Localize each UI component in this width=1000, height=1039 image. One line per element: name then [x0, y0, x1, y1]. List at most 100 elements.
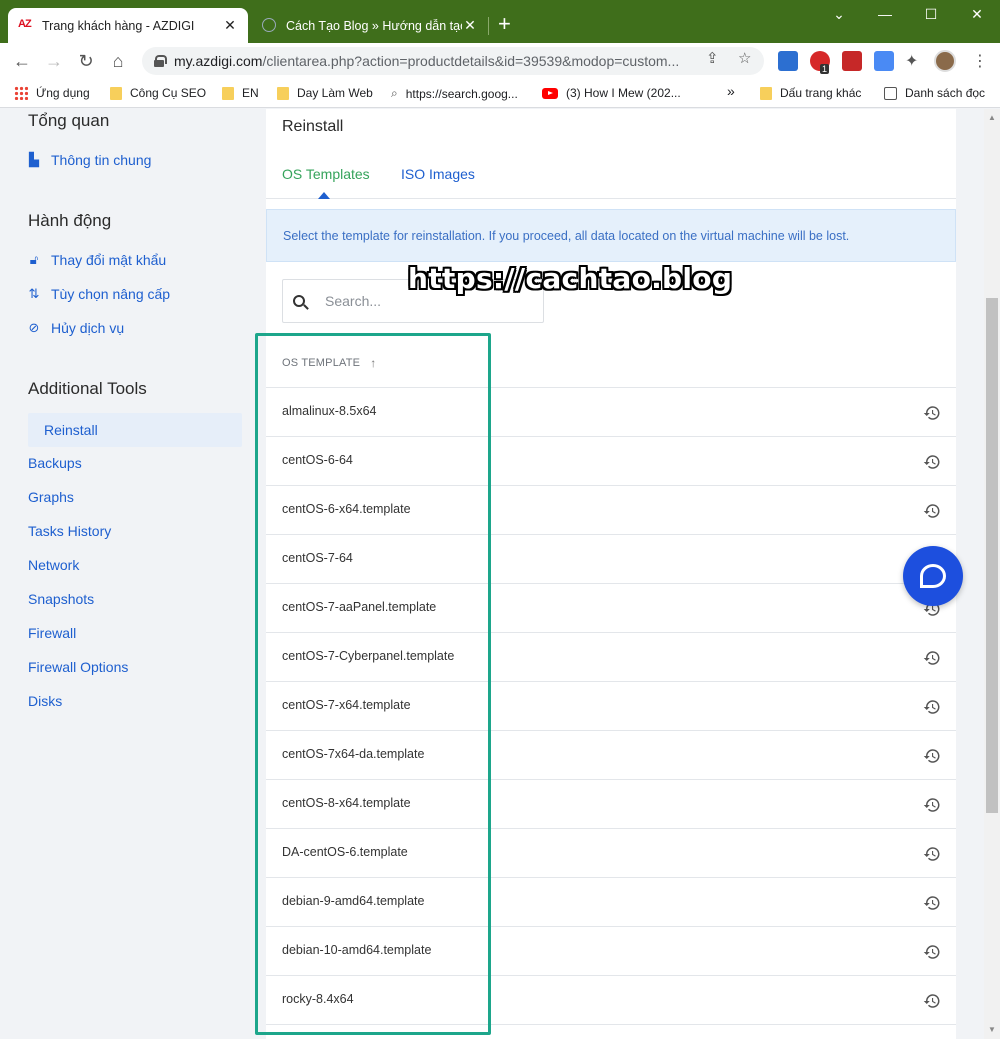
- bookmark-label: EN: [242, 86, 259, 100]
- reinstall-restore-icon[interactable]: [923, 796, 941, 814]
- sidebar-item-disks[interactable]: Disks: [28, 693, 62, 709]
- extension-badge-count: 1: [820, 64, 830, 74]
- url-host: my.azdigi.com: [174, 53, 263, 69]
- folder-icon: [760, 86, 772, 100]
- reinstall-restore-icon[interactable]: [923, 845, 941, 863]
- scroll-down-arrow-icon[interactable]: ▼: [988, 1025, 996, 1034]
- minimize-window-icon[interactable]: —: [870, 6, 900, 22]
- chat-widget-button[interactable]: [903, 546, 963, 606]
- sidebar: Tổng quan ▙ Thông tin chung Hành động 🔓︎…: [0, 109, 250, 1039]
- close-tab-icon[interactable]: ✕: [222, 17, 238, 34]
- address-bar[interactable]: my.azdigi.com/clientarea.php?action=prod…: [142, 47, 764, 75]
- reinstall-restore-icon[interactable]: [923, 698, 941, 716]
- reload-icon[interactable]: ↻: [74, 49, 98, 73]
- globe-icon: [262, 17, 276, 32]
- folder-icon: [110, 86, 122, 100]
- puzzle-extensions-icon[interactable]: ✦: [905, 51, 918, 71]
- sidebar-item-upgrade-options[interactable]: ⇅ Tùy chọn nâng cấp: [27, 286, 171, 302]
- bookmark-star-icon[interactable]: ☆: [738, 49, 751, 67]
- reinstall-restore-icon[interactable]: [923, 747, 941, 765]
- chat-bubble-icon: [920, 564, 946, 588]
- reinstall-restore-icon[interactable]: [923, 502, 941, 520]
- maximize-window-icon[interactable]: ☐: [916, 6, 946, 23]
- tab-divider: [488, 17, 489, 35]
- close-tab-icon[interactable]: ✕: [462, 17, 478, 34]
- bookmark-folder[interactable]: Công Cụ SEO: [110, 86, 206, 100]
- sidebar-item-snapshots[interactable]: Snapshots: [28, 591, 94, 607]
- folder-icon: [277, 86, 289, 100]
- close-window-icon[interactable]: ✕: [962, 6, 992, 23]
- browser-toolbar: ← → ↻ ⌂ my.azdigi.com/clientarea.php?act…: [0, 43, 1000, 79]
- menu-kebab-icon[interactable]: ⋮: [972, 51, 988, 71]
- search-icon: ⌕: [391, 86, 398, 100]
- browser-tab-azdigi[interactable]: AZ Trang khách hàng - AZDIGI ✕: [8, 8, 248, 43]
- dashboard-icon: ▙: [29, 152, 39, 167]
- bookmark-link[interactable]: ⌕ https://search.goog...: [391, 86, 518, 101]
- bookmark-extension-icon[interactable]: [842, 51, 862, 71]
- share-icon[interactable]: ⇪: [706, 49, 719, 67]
- reading-list[interactable]: Danh sách đọc: [884, 86, 985, 100]
- sidebar-item-firewall[interactable]: Firewall: [28, 625, 76, 641]
- reinstall-restore-icon[interactable]: [923, 453, 941, 471]
- profile-avatar[interactable]: [934, 50, 956, 72]
- scroll-up-arrow-icon[interactable]: ▲: [988, 113, 996, 122]
- sidebar-item-cancel-service[interactable]: ⊘ Hủy dịch vụ: [27, 320, 125, 336]
- sidebar-item-label: Hủy dịch vụ: [51, 320, 125, 336]
- sidebar-heading-additional-tools: Additional Tools: [28, 379, 147, 398]
- address-url: my.azdigi.com/clientarea.php?action=prod…: [174, 53, 694, 69]
- bookmark-folder[interactable]: Day Làm Web: [277, 86, 373, 100]
- bookmark-folder[interactable]: EN: [222, 86, 259, 100]
- tab-iso-images[interactable]: ISO Images: [401, 166, 475, 182]
- browser-tab-cachtao[interactable]: Cách Tạo Blog » Hướng dẫn tạo Blog ✕: [252, 8, 488, 43]
- sort-arrows-icon: ⇅: [28, 286, 40, 301]
- sidebar-item-network[interactable]: Network: [28, 557, 79, 573]
- new-tab-plus-icon[interactable]: +: [498, 13, 511, 35]
- bookmark-apps[interactable]: Ứng dụng: [14, 86, 90, 100]
- page-scrollbar[interactable]: ▲ ▼: [984, 109, 1000, 1039]
- bookmark-label: (3) How I Mew (202...: [566, 86, 681, 100]
- apps-grid-icon: [14, 86, 28, 100]
- bookmark-folder[interactable]: Dấu trang khác: [760, 86, 861, 100]
- page-content: Tổng quan ▙ Thông tin chung Hành động 🔓︎…: [0, 109, 1000, 1039]
- scrollbar-thumb[interactable]: [986, 298, 998, 813]
- tab-search-chevron-icon[interactable]: ⌄: [824, 6, 854, 23]
- sidebar-item-label: Tùy chọn nâng cấp: [51, 286, 171, 302]
- translate-icon[interactable]: [874, 51, 894, 71]
- active-tab-indicator: [318, 192, 330, 199]
- reinstall-restore-icon[interactable]: [923, 992, 941, 1010]
- tab-title: Cách Tạo Blog » Hướng dẫn tạo Blog: [286, 18, 462, 33]
- extension-icon[interactable]: [778, 51, 798, 71]
- bookmark-link[interactable]: (3) How I Mew (202...: [542, 86, 681, 100]
- reinstall-restore-icon[interactable]: [923, 404, 941, 422]
- sidebar-item-label: Thông tin chung: [51, 152, 152, 168]
- bookmark-label: Danh sách đọc: [905, 86, 986, 100]
- bookmarks-overflow[interactable]: »: [727, 83, 735, 99]
- forward-arrow-icon[interactable]: →: [42, 49, 66, 73]
- sidebar-heading-actions: Hành động: [28, 211, 112, 230]
- search-input[interactable]: [325, 293, 525, 309]
- browser-tab-bar: AZ Trang khách hàng - AZDIGI ✕ Cách Tạo …: [0, 0, 1000, 43]
- sidebar-item-graphs[interactable]: Graphs: [28, 489, 74, 505]
- lock-icon[interactable]: [154, 55, 167, 67]
- reinstall-restore-icon[interactable]: [923, 943, 941, 961]
- url-path: /clientarea.php?action=productdetails&id…: [262, 53, 680, 69]
- sidebar-item-reinstall[interactable]: Reinstall: [28, 413, 242, 447]
- os-tabs: OS Templates ISO Images: [266, 165, 956, 199]
- sidebar-item-firewall-options[interactable]: Firewall Options: [28, 659, 128, 675]
- sidebar-item-change-password[interactable]: 🔓︎ Thay đổi mật khẩu: [27, 252, 166, 268]
- tab-os-templates[interactable]: OS Templates: [282, 166, 370, 182]
- bookmark-label: Dấu trang khác: [780, 86, 862, 100]
- sidebar-item-tasks-history[interactable]: Tasks History: [28, 523, 111, 539]
- page-title: Reinstall: [282, 118, 344, 135]
- home-icon[interactable]: ⌂: [106, 49, 130, 73]
- reinstall-restore-icon[interactable]: [923, 894, 941, 912]
- folder-icon: [222, 86, 234, 100]
- lock-icon: 🔓︎: [29, 252, 39, 267]
- reinstall-restore-icon[interactable]: [923, 649, 941, 667]
- azdigi-favicon-icon: AZ: [18, 17, 32, 30]
- sidebar-item-backups[interactable]: Backups: [28, 455, 82, 471]
- sidebar-item-overview[interactable]: ▙ Thông tin chung: [27, 152, 151, 168]
- back-arrow-icon[interactable]: ←: [10, 49, 34, 73]
- bookmark-label: https://search.goog...: [405, 86, 518, 101]
- bookmarks-bar: Ứng dụng Công Cụ SEO EN Day Làm Web ⌕ htt…: [0, 79, 1000, 108]
